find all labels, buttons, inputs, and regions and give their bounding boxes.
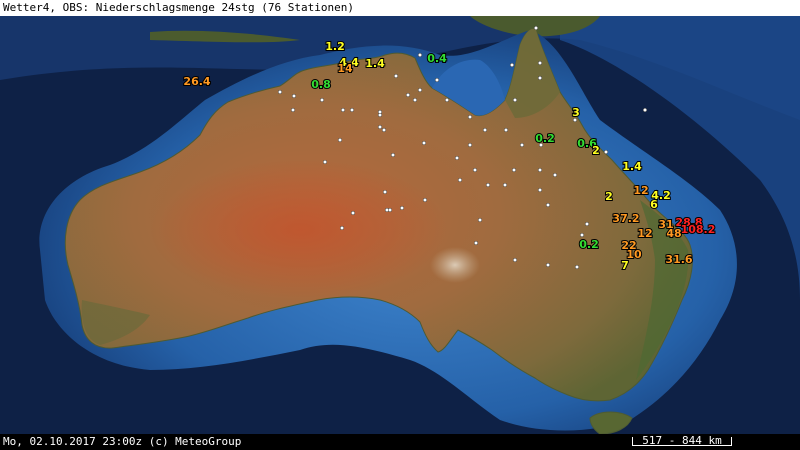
station-dot [377,124,383,130]
station-dot [603,149,609,155]
station-dot [503,127,509,133]
station-dot [349,107,355,113]
precipitation-value: 1.4 [365,57,385,70]
station-dot [340,107,346,113]
precipitation-value: 26.4 [183,75,210,88]
station-dot [387,207,393,213]
station-dot [545,262,551,268]
station-dot [390,152,396,158]
station-dot [537,60,543,66]
station-dot [467,142,473,148]
station-dot [533,25,539,31]
precipitation-value: 6 [650,198,658,211]
station-dot [350,210,356,216]
station-dot [537,167,543,173]
station-dot [434,77,440,83]
timestamp-credit: Mo, 02.10.2017 23:00z (c) MeteoGroup [3,435,242,448]
red-centre [150,160,450,300]
map-footer: Mo, 02.10.2017 23:00z (c) MeteoGroup 517… [0,434,800,450]
station-dot [412,97,418,103]
station-dot [417,52,423,58]
station-dot [511,167,517,173]
precipitation-value: 108.2 [681,223,716,236]
map-title: Wetter4, OBS: Niederschlagsmenge 24stg (… [0,0,800,16]
station-dot [405,92,411,98]
precipitation-value: 48 [666,227,681,240]
station-dot [467,114,473,120]
station-dot [277,89,283,95]
station-dot [537,75,543,81]
precipitation-map: 26.41.24.414 1.4 0.40.830.2 0.621.412 4.2263… [0,16,800,434]
station-dot [457,177,463,183]
precipitation-value: 0.4 [427,52,447,65]
map-frame: Wetter4, OBS: Niederschlagsmenge 24stg (… [0,0,800,450]
precipitation-value: 0.8 [311,78,331,91]
station-dot [381,127,387,133]
lake-eyre [430,247,480,283]
precipitation-value: 37.2 [612,212,639,225]
station-dot [290,107,296,113]
station-dot [552,172,558,178]
precipitation-value: 1.4 [622,160,642,173]
precipitation-value: 31.6 [665,253,692,266]
scale-label: 517 - 844 km [642,434,722,447]
precipitation-value: 2 [592,144,600,157]
station-dot [482,127,488,133]
station-dot [537,187,543,193]
station-dot [512,257,518,263]
station-dot [509,62,515,68]
station-dot [472,167,478,173]
station-dot [399,205,405,211]
station-dot [473,240,479,246]
station-dot [417,87,423,93]
precipitation-value: 2 [605,190,613,203]
precipitation-value: 12 [637,227,652,240]
precipitation-value: 3 [572,106,580,119]
station-dot [574,264,580,270]
precipitation-value: 0.2 [535,132,555,145]
station-dot [322,159,328,165]
station-dot [393,73,399,79]
station-dot [642,107,648,113]
station-dot [454,155,460,161]
station-dot [579,232,585,238]
station-dot [339,225,345,231]
station-dot [337,137,343,143]
precipitation-value: 0.2 [579,238,599,251]
station-dot [477,217,483,223]
station-dot [382,189,388,195]
station-dot [519,142,525,148]
station-dot [444,97,450,103]
station-dot [545,202,551,208]
station-dot [485,182,491,188]
precipitation-value: 7 [621,259,629,272]
station-dot [422,197,428,203]
precipitation-value: 14 [337,62,353,75]
station-dot [319,97,325,103]
precipitation-value: 12 [633,184,648,197]
station-dot [291,93,297,99]
station-dot [377,112,383,118]
station-dot [512,97,518,103]
station-dot [502,182,508,188]
station-dot [584,221,590,227]
station-dot [421,140,427,146]
precipitation-value: 1.2 [325,40,345,53]
